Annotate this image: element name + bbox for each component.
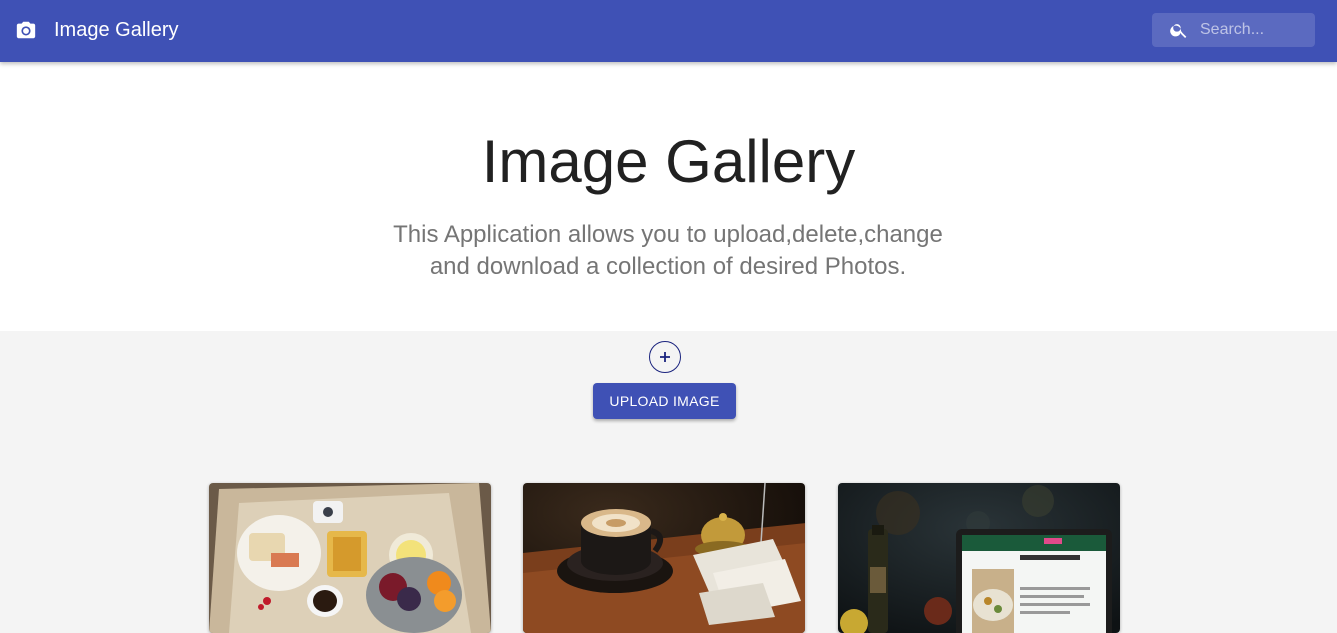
hero-section: Image Gallery This Application allows yo… [0,62,1337,331]
search-input[interactable] [1200,19,1308,41]
hero-description-line-1: This Application allows you to upload,de… [393,221,943,248]
hero-description: This Application allows you to upload,de… [368,219,968,283]
gallery-card-1[interactable] [209,483,491,633]
app-bar: Image Gallery [0,0,1337,62]
hero-description-line-2: and download a collection of desired Pho… [429,253,907,280]
gallery-card-2[interactable] [523,483,805,633]
latte-coffee-photo [523,483,805,633]
gallery-card-3[interactable] [838,483,1120,633]
upload-image-button[interactable]: UPLOAD IMAGE [593,383,736,419]
search-box[interactable] [1152,13,1315,47]
app-title: Image Gallery [54,19,179,41]
laptop-food-blog-photo [838,483,1120,633]
add-image-button[interactable] [649,341,681,373]
plus-circle-icon [660,352,670,362]
search-icon [1170,24,1187,38]
camera-icon [16,21,36,39]
breakfast-flatlay-photo [209,483,491,633]
page-title: Image Gallery [481,128,856,195]
